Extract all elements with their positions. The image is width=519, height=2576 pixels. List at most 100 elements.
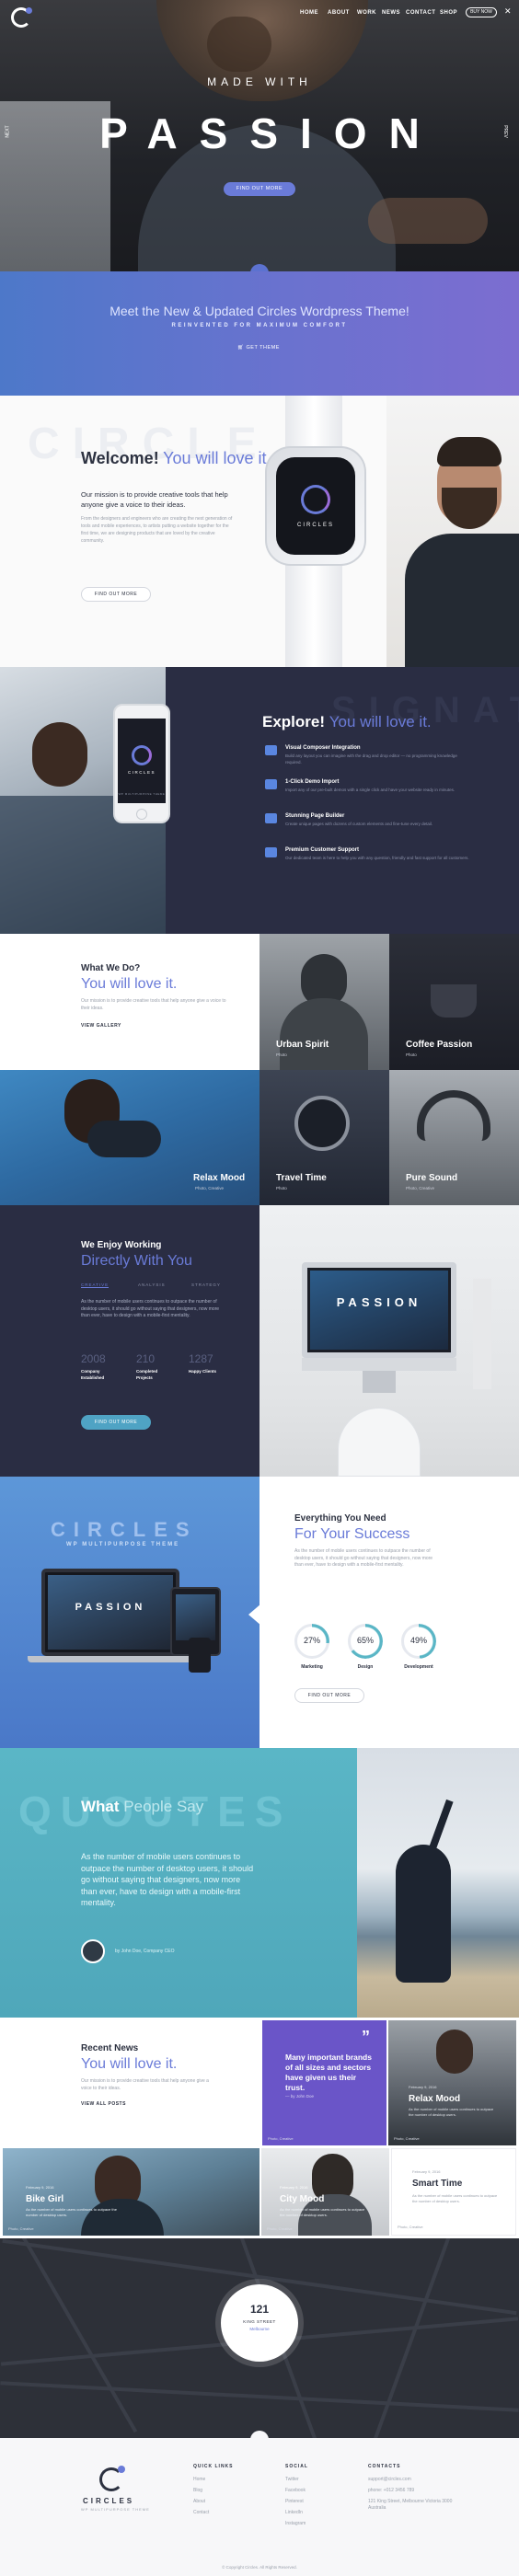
welcome-find-out-more-button[interactable]: FIND OUT MORE [81,587,151,602]
news-card[interactable]: February 9, 2016 City Mood As the number… [261,2148,389,2236]
welcome-lead: Our mission is to provide creative tools… [81,490,228,509]
card-category: Photo, Creative [394,2136,420,2141]
feature-text: Import any of our pre-built demos with a… [285,788,456,792]
footer-link[interactable]: Home [193,2477,205,2482]
desk-lamp-image [473,1279,491,1389]
footer-link[interactable]: About [193,2499,205,2504]
feature-text: Create unique pages with dozens of custo… [285,822,433,826]
map-street-number: 121 [249,2303,270,2316]
working-title: We Enjoy Working [81,1240,162,1250]
tile-title: Pure Sound [406,1173,458,1183]
demo-import-icon [265,779,277,789]
view-all-posts-link[interactable]: VIEW ALL POSTS [81,2101,126,2107]
tile-person-body [87,1121,161,1157]
hero-title: PASSION [99,109,442,157]
card-category: Photo, Creative [268,2136,294,2141]
card-category: Photo, Creative [267,2226,293,2231]
team-photo-person [32,722,87,787]
back-to-top-tab[interactable] [250,2431,269,2438]
hero-person-hand [368,198,488,244]
feature-item: Visual Composer Integration Build any la… [265,745,495,773]
needs-find-out-more-button[interactable]: FIND OUT MORE [294,1688,364,1703]
buy-now-button[interactable]: BUY NOW [466,7,497,17]
nav-item-news[interactable]: NEWS [382,10,400,16]
feature-item: Premium Customer Support Our dedicated t… [265,847,495,875]
what-we-do-title-light: You will love it. [81,976,178,992]
nav-item-home[interactable]: HOME [300,10,318,16]
testimonial-quote: As the number of mobile users continues … [81,1852,254,1907]
portfolio-tile[interactable]: Pure Sound Photo, Creative [389,1070,519,1205]
footer-email[interactable]: support@circles.com [368,2477,411,2482]
desk-photo: PASSION [260,1205,519,1477]
card-date: February 9, 2016 [280,2185,308,2190]
watch-brand-label: CIRCLES [296,523,334,528]
tab-analysis[interactable]: ANALYSIS [138,1282,166,1287]
portfolio-tile[interactable]: Urban Spirit Photo [260,934,389,1070]
man-hair [437,437,502,466]
nav-item-shop[interactable]: SHOP [440,10,457,16]
card-text: As the number of mobile users continues … [26,2207,117,2217]
card-date: February 9, 2016 [409,2085,437,2089]
news-section: Recent News You will love it. Our missio… [0,2018,519,2238]
working-find-out-more-button[interactable]: FIND OUT MORE [81,1415,151,1430]
tile-cup-image [431,984,477,1018]
footer-link[interactable]: Contact [193,2510,209,2515]
welcome-title: Welcome! [81,449,159,467]
map-street-name: KING STREET [243,2319,276,2324]
hero-kicker: MADE WITH [207,75,312,88]
tile-category: Photo [276,1052,287,1057]
nav-item-about[interactable]: ABOUT [328,10,350,16]
tile-category: Photo [406,1052,417,1057]
portfolio-tile[interactable]: Relax Mood Photo, Creative [0,1070,260,1205]
location-map[interactable]: 121 KING STREET Melbourne [0,2238,519,2438]
get-theme-button[interactable]: 🛒︎ GET THEME [237,345,280,351]
news-card[interactable]: February 9, 2016 Smart Time As the numbe… [391,2148,516,2236]
tab-creative[interactable]: CREATIVE [81,1282,110,1288]
footer-link[interactable]: Twitter [285,2477,299,2482]
skill-label: Development [404,1664,433,1670]
footer-link[interactable]: Pinterest [285,2499,304,2504]
card-text: As the number of mobile users continues … [280,2207,365,2217]
welcome-section: CIRCLE Welcome! You will love it. Our mi… [0,396,519,667]
close-icon[interactable]: ✕ [504,6,512,17]
footer-brand: CIRCLES [83,2497,135,2505]
map-road [0,2381,519,2412]
hero-next-link[interactable]: NEXT [6,125,11,137]
portfolio-tile[interactable]: Coffee Passion Photo [389,934,519,1070]
hero-prev-link[interactable]: PREV [502,125,508,138]
welcome-body: From the designers and engineers who are… [81,516,233,544]
tile-title: Coffee Passion [406,1040,473,1050]
footer-link[interactable]: Instagram [285,2521,306,2526]
banner-subtitle: REINVENTED FOR MAXIMUM COMFORT [171,323,348,328]
hero-find-out-more-button[interactable]: FIND OUT MORE [224,182,295,196]
imac-screen-image [310,1271,448,1350]
footer-link[interactable]: LinkedIn [285,2510,303,2515]
news-quote-card[interactable]: ” Many important brands of all sizes and… [262,2020,386,2145]
stat-label: Completed Projects [136,1369,158,1380]
laptop-base [28,1656,193,1662]
nav-item-work[interactable]: WORK [357,10,376,16]
circles-logo-icon [301,485,330,514]
promo-banner: Meet the New & Updated Circles Wordpress… [0,271,519,396]
tab-strategy[interactable]: STRATEGY [191,1282,221,1287]
stat-label: Company Established [81,1369,105,1380]
logo-dot-icon [118,2466,125,2473]
nav-item-contact[interactable]: CONTACT [406,10,435,16]
explore-heading: Explore! You will love it. [262,713,432,731]
portfolio-tile[interactable]: Travel Time Photo [260,1070,389,1205]
footer-link[interactable]: Blog [193,2488,202,2493]
news-card[interactable]: February 9, 2016 Relax Mood As the numbe… [388,2020,516,2145]
map-road [18,2238,138,2433]
skill-percent: 49% [409,1636,427,1645]
circles-logo-icon [132,745,152,765]
stat-value: 210 [136,1352,156,1365]
welcome-heading: Welcome! You will love it. [81,449,271,468]
quote-card-author: — by John Doe [285,2094,315,2099]
feature-title: Stunning Page Builder [285,813,345,819]
tile-headphones-image [417,1090,490,1141]
view-gallery-link[interactable]: VIEW GALLERY [81,1023,121,1029]
man-on-phone-image [386,396,519,667]
card-category: Photo, Creative [398,2225,423,2229]
news-card[interactable]: February 9, 2016 Bike Girl As the number… [3,2148,260,2236]
footer-link[interactable]: Facebook [285,2488,306,2493]
